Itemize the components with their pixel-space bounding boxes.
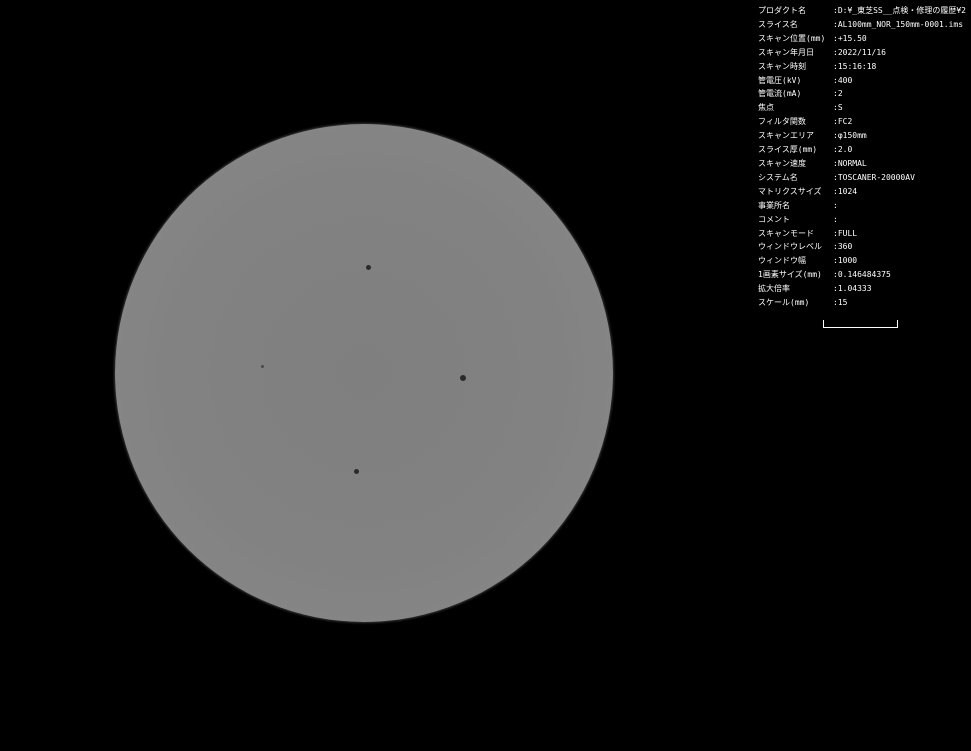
info-row-matrix-size: マトリクスサイズ :1024 [758, 185, 971, 199]
info-value: :360 [833, 242, 853, 252]
info-label: システム名 [758, 172, 798, 182]
info-label: スキャンモード [758, 228, 814, 238]
info-row-system-name: システム名 :TOSCANER-20000AV [758, 171, 971, 185]
info-value: :15 [833, 298, 848, 308]
info-value: :TOSCANER-20000AV [833, 172, 915, 182]
ct-image-viewport: プロダクト名 :D:¥_東芝SS__点検・修理の履歴¥2 スライス名 :AL10… [0, 0, 971, 751]
info-row-tube-current: 管電流(mA) :2 [758, 87, 971, 101]
scale-bar [823, 320, 898, 328]
info-value: :2.0 [833, 145, 853, 155]
scan-info-panel: プロダクト名 :D:¥_東芝SS__点検・修理の履歴¥2 スライス名 :AL10… [758, 4, 971, 310]
info-label: 事業所名 [758, 200, 790, 210]
info-label: スキャンエリア [758, 131, 814, 141]
info-value: :2022/11/16 [833, 47, 886, 57]
info-row-scan-date: スキャン年月日 :2022/11/16 [758, 46, 971, 60]
info-label: プロダクト名 [758, 6, 806, 15]
info-row-scan-position: スキャン位置(mm) :+15.50 [758, 32, 971, 46]
info-label: フィルタ関数 [758, 117, 806, 127]
info-row-slice-thickness: スライス厚(mm) :2.0 [758, 143, 971, 157]
info-value: :1024 [833, 186, 858, 196]
info-label: 1画素サイズ(mm) [758, 270, 822, 280]
info-label: スケール(mm) [758, 298, 810, 308]
info-label: マトリクスサイズ [758, 186, 822, 196]
ct-slice-specimen [115, 124, 613, 622]
pore-defect [261, 365, 264, 368]
info-row-scan-time: スキャン時刻 :15:16:18 [758, 60, 971, 74]
info-row-scale: スケール(mm) :15 [758, 296, 971, 310]
info-value: :400 [833, 75, 853, 85]
info-row-slice-name: スライス名 :AL100mm_NOR_150mm-0001.ims [758, 18, 971, 32]
info-label: スキャン速度 [758, 158, 806, 168]
info-value: :D:¥_東芝SS__点検・修理の履歴¥2 [833, 6, 966, 15]
info-value: :S [833, 103, 843, 113]
info-row-office-name: 事業所名 : [758, 199, 971, 213]
info-row-comment: コメント : [758, 213, 971, 227]
info-label: ウィンドウレベル [758, 242, 822, 252]
info-value: :1000 [833, 256, 858, 266]
info-value: :φ150mm [833, 131, 867, 141]
info-value: :1.04333 [833, 284, 872, 294]
pore-defect [366, 265, 371, 270]
info-row-scan-area: スキャンエリア :φ150mm [758, 129, 971, 143]
info-label: 管電流(mA) [758, 89, 802, 99]
info-label: スキャン時刻 [758, 61, 806, 71]
info-label: 拡大倍率 [758, 284, 790, 294]
info-label: スライス厚(mm) [758, 145, 818, 155]
info-value: :15:16:18 [833, 61, 877, 71]
info-value: : [833, 214, 838, 224]
info-row-scan-mode: スキャンモード :FULL [758, 227, 971, 241]
info-value: :AL100mm_NOR_150mm-0001.ims [833, 19, 964, 29]
info-label: 管電圧(kV) [758, 75, 802, 85]
info-row-filter-function: フィルタ関数 :FC2 [758, 115, 971, 129]
info-label: スキャン位置(mm) [758, 33, 826, 43]
info-row-magnification: 拡大倍率 :1.04333 [758, 282, 971, 296]
info-value: :2 [833, 89, 843, 99]
info-value: :+15.50 [833, 33, 867, 43]
info-value: :FC2 [833, 117, 853, 127]
info-value: :0.146484375 [833, 270, 891, 280]
info-label: 焦点 [758, 103, 774, 113]
info-label: コメント [758, 214, 790, 224]
info-label: スライス名 [758, 19, 798, 29]
info-label: スキャン年月日 [758, 47, 814, 57]
info-row-focus: 焦点 :S [758, 101, 971, 115]
info-row-window-width: ウィンドウ幅 :1000 [758, 254, 971, 268]
info-row-product-name: プロダクト名 :D:¥_東芝SS__点検・修理の履歴¥2 [758, 4, 971, 18]
info-value: : [833, 200, 838, 210]
info-row-pixel-size: 1画素サイズ(mm) :0.146484375 [758, 268, 971, 282]
info-label: ウィンドウ幅 [758, 256, 806, 266]
pore-defect [354, 469, 359, 474]
info-row-window-level: ウィンドウレベル :360 [758, 240, 971, 254]
info-value: :NORMAL [833, 158, 867, 168]
info-row-scan-speed: スキャン速度 :NORMAL [758, 157, 971, 171]
pore-defect [460, 375, 466, 381]
info-row-tube-voltage: 管電圧(kV) :400 [758, 74, 971, 88]
info-value: :FULL [833, 228, 858, 238]
